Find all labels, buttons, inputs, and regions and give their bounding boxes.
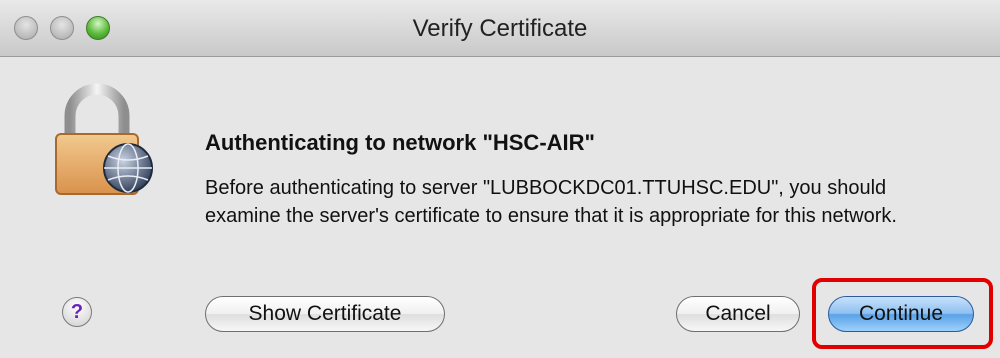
window-title: Verify Certificate bbox=[412, 15, 588, 42]
title-bar: Verify Certificate bbox=[0, 0, 1000, 57]
dialog-message: Before authenticating to server "LUBBOCK… bbox=[205, 177, 897, 227]
cancel-button[interactable]: Cancel bbox=[676, 296, 800, 332]
lock-icon bbox=[55, 83, 153, 195]
continue-highlight-box bbox=[812, 278, 993, 349]
dialog-heading: Authenticating to network "HSC-AIR" bbox=[205, 130, 595, 155]
show-certificate-button[interactable]: Show Certificate bbox=[205, 296, 445, 332]
verify-certificate-dialog: Verify Certificate Authenticating to net… bbox=[0, 0, 1000, 358]
help-button[interactable]: ? bbox=[62, 297, 92, 327]
